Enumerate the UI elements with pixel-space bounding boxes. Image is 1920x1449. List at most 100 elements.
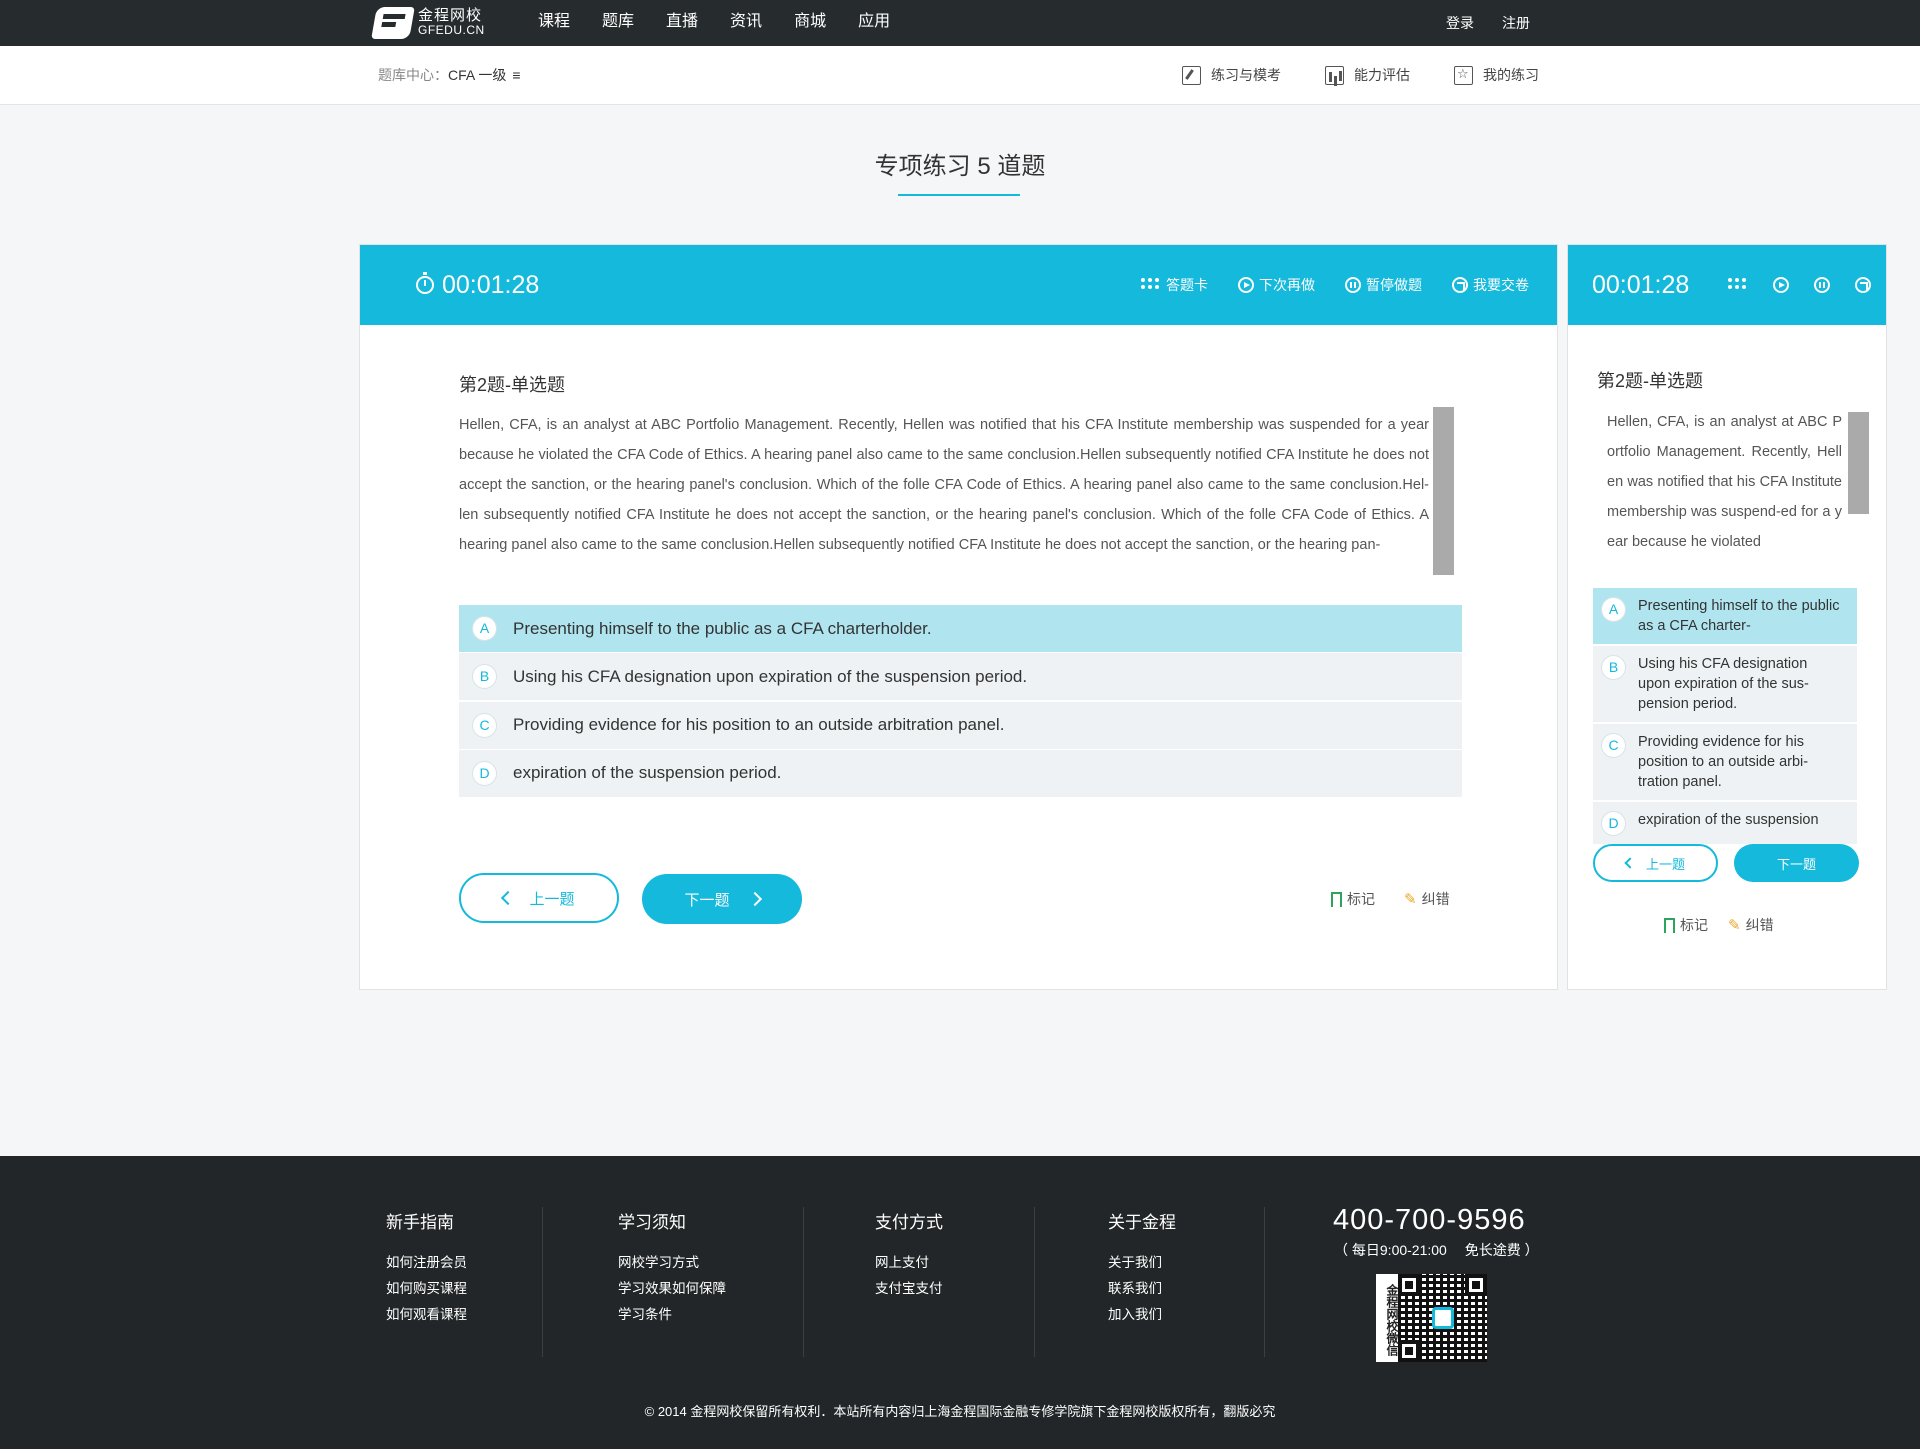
option-text: Presenting himself to the public as a CF… <box>513 618 932 638</box>
mobile-option-d[interactable]: D expiration of the suspension <box>1593 802 1857 844</box>
option-a[interactable]: A Presenting himself to the public as a … <box>459 605 1462 652</box>
nav-link-live[interactable]: 直播 <box>666 0 698 46</box>
footer-link[interactable]: 加入我们 <box>1108 1302 1176 1328</box>
practice-exam-link[interactable]: 练习与模考 <box>1182 65 1281 85</box>
mobile-question-title: 第2题-单选题 <box>1597 371 1704 391</box>
option-d[interactable]: D expiration of the suspension period. <box>459 749 1462 797</box>
option-letter: C <box>472 712 497 738</box>
qr-finder <box>1465 1274 1487 1296</box>
footer-link[interactable]: 学习条件 <box>618 1302 726 1328</box>
qr-finder <box>1398 1274 1420 1296</box>
answer-card-button[interactable]: 答题卡 <box>1141 275 1208 295</box>
do-later-label: 下次再做 <box>1259 277 1315 293</box>
submit-exam-label: 我要交卷 <box>1473 277 1529 293</box>
question-title: 第2题-单选题 <box>459 375 566 395</box>
sub-bar: 题库中心：CFA 一级 ≡ 练习与模考 能力评估 我的练习 <box>0 46 1920 105</box>
footer-link[interactable]: 网上支付 <box>875 1250 943 1276</box>
report-error-button[interactable]: ✎ 纠错 <box>1404 889 1450 909</box>
my-practice-label: 我的练习 <box>1483 67 1539 83</box>
option-letter: A <box>1601 597 1626 622</box>
footer-divider <box>803 1207 804 1357</box>
site-logo[interactable]: 金程网校 GFEDU.CN <box>371 6 485 40</box>
nav-link-courses[interactable]: 课程 <box>538 0 570 46</box>
grid-dots-icon <box>1141 278 1161 292</box>
mobile-mark-button[interactable]: 标记 <box>1664 915 1708 935</box>
nav-link-store[interactable]: 商城 <box>794 0 826 46</box>
bookmark-icon <box>1664 917 1675 933</box>
footer-column-title: 新手指南 <box>386 1213 454 1232</box>
pause-button[interactable]: 暂停做题 <box>1345 275 1422 295</box>
mobile-question-panel: 00:01:28 第2题-单选题 Hellen, CFA, is an anal… <box>1567 244 1887 990</box>
footer-link[interactable]: 联系我们 <box>1108 1276 1176 1302</box>
option-letter: B <box>1601 655 1626 680</box>
next-question-label: 下一题 <box>684 891 730 909</box>
footer-link[interactable]: 支付宝支付 <box>875 1276 943 1302</box>
footer-link[interactable]: 网校学习方式 <box>618 1250 726 1276</box>
option-c[interactable]: C Providing evidence for his position to… <box>459 701 1462 749</box>
submit-icon[interactable] <box>1855 277 1871 293</box>
submit-exam-button[interactable]: 我要交卷 <box>1452 275 1529 295</box>
edit-icon <box>1182 65 1201 85</box>
option-text: Using his CFA designation upon expiratio… <box>1638 656 1809 712</box>
mobile-next-question-button[interactable]: 下一题 <box>1734 844 1859 882</box>
register-link[interactable]: 注册 <box>1502 0 1530 46</box>
mobile-prev-label: 上一题 <box>1645 856 1685 872</box>
option-text: Presenting himself to the public as a CF… <box>1638 598 1840 634</box>
nav-link-question-bank[interactable]: 题库 <box>602 0 634 46</box>
wrench-icon: ✎ <box>1404 891 1417 908</box>
mobile-report-error-label: 纠错 <box>1745 917 1774 933</box>
mobile-prev-question-button[interactable]: 上一题 <box>1593 844 1718 882</box>
footer-link[interactable]: 关于我们 <box>1108 1250 1176 1276</box>
mark-button[interactable]: 标记 <box>1331 889 1375 909</box>
pause-icon[interactable] <box>1814 277 1830 293</box>
answer-options: A Presenting himself to the public as a … <box>459 605 1462 798</box>
footer-divider <box>1034 1207 1035 1357</box>
mark-label: 标记 <box>1347 891 1375 907</box>
footer-link[interactable]: 如何注册会员 <box>386 1250 467 1276</box>
next-question-button[interactable]: 下一题 <box>642 874 802 924</box>
footer-link[interactable]: 如何购买课程 <box>386 1276 467 1302</box>
chevron-left-icon <box>501 890 516 906</box>
nav-link-news[interactable]: 资讯 <box>730 0 762 46</box>
logo-text-cn: 金程网校 <box>418 7 483 24</box>
title-underline <box>898 194 1020 196</box>
footer-link[interactable]: 如何观看课程 <box>386 1302 467 1328</box>
top-nav: 金程网校 GFEDU.CN 课程 题库 直播 资讯 商城 应用 登录 注册 <box>0 0 1920 46</box>
login-link[interactable]: 登录 <box>1446 0 1474 46</box>
mobile-option-c[interactable]: C Providing evidence for his position to… <box>1593 724 1857 800</box>
submit-icon <box>1452 277 1468 293</box>
menu-icon[interactable]: ≡ <box>512 67 520 83</box>
mobile-option-b[interactable]: B Using his CFA designation upon expirat… <box>1593 646 1857 722</box>
logo-text-en: GFEDU.CN <box>418 23 485 37</box>
wechat-qr: 金程网校微信 <box>1376 1274 1487 1362</box>
footer-column-title: 学习须知 <box>618 1213 686 1232</box>
auth-links: 登录 注册 <box>1418 0 1530 46</box>
breadcrumb-root[interactable]: 题库中心： <box>378 67 448 83</box>
my-practice-link[interactable]: 我的练习 <box>1454 65 1539 85</box>
bar-chart-icon <box>1325 65 1344 85</box>
nav-link-apps[interactable]: 应用 <box>858 0 890 46</box>
question-scrollbar[interactable] <box>1433 407 1454 575</box>
option-b[interactable]: B Using his CFA designation upon expirat… <box>459 653 1462 701</box>
ability-assessment-link[interactable]: 能力评估 <box>1325 65 1410 85</box>
mobile-question-scrollbar[interactable] <box>1848 412 1869 514</box>
do-later-button[interactable]: 下次再做 <box>1238 275 1315 295</box>
chevron-left-icon <box>1624 857 1636 869</box>
question-panel-header: 00:01:28 答题卡 下次再做 暂停做题 我要交卷 <box>360 245 1557 325</box>
option-text: expiration of the suspension period. <box>513 763 782 783</box>
mobile-option-a[interactable]: A Presenting himself to the public as a … <box>1593 588 1857 644</box>
redo-icon <box>1238 277 1254 293</box>
grid-dots-icon[interactable] <box>1728 278 1748 292</box>
footer-link[interactable]: 学习效果如何保障 <box>618 1276 726 1302</box>
option-text: Providing evidence for his position to a… <box>513 715 1005 735</box>
redo-icon[interactable] <box>1773 277 1789 293</box>
pause-icon <box>1345 277 1361 293</box>
mobile-report-error-button[interactable]: ✎ 纠错 <box>1728 915 1774 935</box>
hotline-hours: （ 每日9:00-21:00 免长途费 ） <box>1334 1242 1539 1258</box>
page-title: 专项练习 5 道题 <box>874 153 1046 180</box>
option-letter: D <box>1601 811 1626 836</box>
breadcrumb-current[interactable]: CFA 一级 <box>448 67 506 83</box>
prev-question-button[interactable]: 上一题 <box>459 873 619 923</box>
breadcrumb: 题库中心：CFA 一级 ≡ <box>378 46 521 104</box>
footer-divider <box>542 1207 543 1357</box>
